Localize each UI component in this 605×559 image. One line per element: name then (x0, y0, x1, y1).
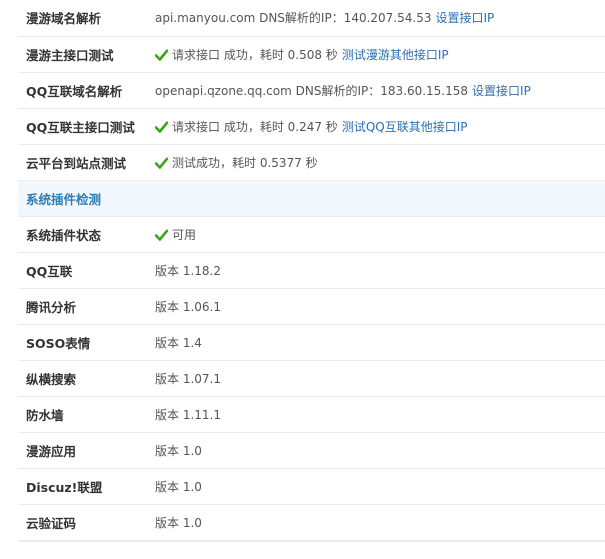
status-text: 可用 (172, 227, 197, 242)
table-row-plugin: 云验证码 版本 1.0 (18, 504, 605, 541)
dns-result-text: api.manyou.com DNS解析的IP：140.207.54.53 (155, 11, 432, 26)
table-row-plugin: QQ互联 版本 1.18.2 (18, 252, 605, 289)
table-row-qq-connect-interface-test: QQ互联主接口测试 请求接口 成功，耗时 0.247 秒测试QQ互联其他接口IP (18, 108, 605, 145)
plugin-version: 版本 1.0 (148, 432, 605, 469)
test-other-manyou-ip-link[interactable]: 测试漫游其他接口IP (342, 48, 449, 62)
plugin-version: 版本 1.11.1 (148, 396, 605, 433)
table-row-manyou-dns: 漫游域名解析 api.manyou.com DNS解析的IP：140.207.5… (18, 0, 605, 37)
check-icon (155, 49, 168, 61)
diagnostics-table: 漫游域名解析 api.manyou.com DNS解析的IP：140.207.5… (18, 0, 605, 541)
row-label: 系统插件状态 (18, 216, 148, 253)
plugin-version: 版本 1.0 (148, 504, 605, 541)
table-row-plugin-status: 系统插件状态 可用 (18, 216, 605, 253)
plugin-version: 版本 1.0 (148, 468, 605, 505)
row-value: 测试成功，耗时 0.5377 秒 (148, 144, 605, 181)
plugin-name: 漫游应用 (18, 432, 148, 469)
section-title: 系统插件检测 (18, 180, 605, 217)
test-result-text: 测试成功，耗时 0.5377 秒 (172, 155, 318, 170)
plugin-name: 云验证码 (18, 504, 148, 541)
table-row-cloud-to-site-test: 云平台到站点测试 测试成功，耗时 0.5377 秒 (18, 144, 605, 181)
row-label: 漫游域名解析 (18, 0, 148, 37)
row-value: api.manyou.com DNS解析的IP：140.207.54.53 设置接… (148, 0, 605, 37)
test-other-qq-connect-ip-link[interactable]: 测试QQ互联其他接口IP (342, 120, 468, 134)
test-result-text: 请求接口 成功，耗时 0.247 秒 (172, 119, 338, 134)
row-label: 漫游主接口测试 (18, 36, 148, 73)
cloud-diagnostics-panel: 漫游域名解析 api.manyou.com DNS解析的IP：140.207.5… (0, 0, 605, 559)
table-row-plugin: 防水墙 版本 1.11.1 (18, 396, 605, 433)
plugin-name: 纵横搜索 (18, 360, 148, 397)
row-label: 云平台到站点测试 (18, 144, 148, 181)
row-label: QQ互联主接口测试 (18, 108, 148, 145)
plugin-version: 版本 1.07.1 (148, 360, 605, 397)
table-row-qq-connect-dns: QQ互联域名解析 openapi.qzone.qq.com DNS解析的IP：1… (18, 72, 605, 109)
set-interface-ip-link[interactable]: 设置接口IP (435, 11, 494, 25)
plugin-version: 版本 1.18.2 (148, 252, 605, 289)
table-row-plugin: SOSO表情 版本 1.4 (18, 324, 605, 361)
table-row-manyou-interface-test: 漫游主接口测试 请求接口 成功，耗时 0.508 秒测试漫游其他接口IP (18, 36, 605, 73)
plugin-name: QQ互联 (18, 252, 148, 289)
row-label: QQ互联域名解析 (18, 72, 148, 109)
table-row-plugin: Discuz!联盟 版本 1.0 (18, 468, 605, 505)
plugin-version: 版本 1.06.1 (148, 288, 605, 325)
dns-result-text: openapi.qzone.qq.com DNS解析的IP：183.60.15.… (155, 83, 469, 98)
row-value: 请求接口 成功，耗时 0.508 秒测试漫游其他接口IP (148, 36, 605, 73)
table-row-plugin: 纵横搜索 版本 1.07.1 (18, 360, 605, 397)
row-value: 请求接口 成功，耗时 0.247 秒测试QQ互联其他接口IP (148, 108, 605, 145)
plugin-name: 防水墙 (18, 396, 148, 433)
check-icon (155, 121, 168, 133)
table-row-plugin: 腾讯分析 版本 1.06.1 (18, 288, 605, 325)
check-icon (155, 157, 168, 169)
plugin-name: SOSO表情 (18, 324, 148, 361)
test-result-text: 请求接口 成功，耗时 0.508 秒 (172, 47, 338, 62)
row-value: 可用 (148, 216, 605, 253)
table-row-plugin: 漫游应用 版本 1.0 (18, 432, 605, 469)
plugin-version: 版本 1.4 (148, 324, 605, 361)
plugin-name: 腾讯分析 (18, 288, 148, 325)
plugin-name: Discuz!联盟 (18, 468, 148, 505)
set-interface-ip-link[interactable]: 设置接口IP (472, 84, 531, 98)
table-bottom-divider (18, 541, 605, 542)
row-value: openapi.qzone.qq.com DNS解析的IP：183.60.15.… (148, 72, 605, 109)
check-icon (155, 229, 168, 241)
section-header-plugin-check: 系统插件检测 (18, 180, 605, 217)
